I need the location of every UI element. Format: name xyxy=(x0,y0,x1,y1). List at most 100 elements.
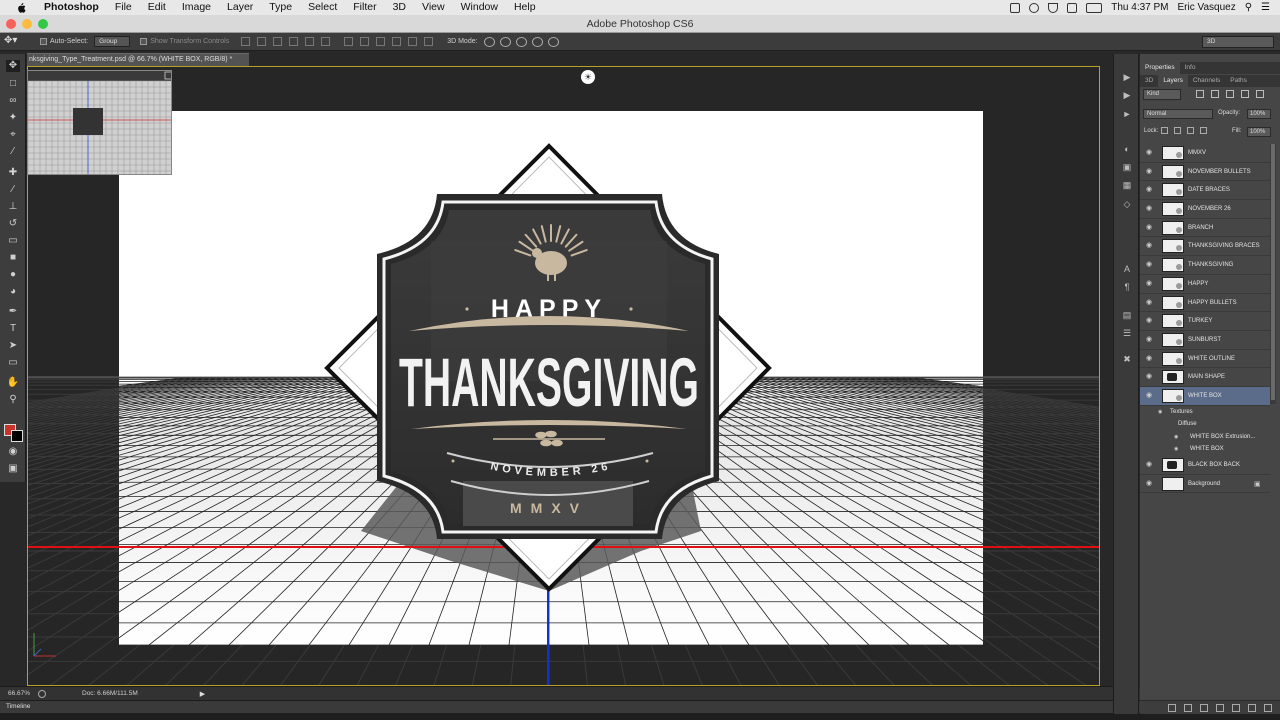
lock-pixels-icon[interactable] xyxy=(1174,127,1181,134)
tab-layers[interactable]: Layers xyxy=(1158,75,1188,87)
filter-kind-dropdown[interactable]: Kind xyxy=(1143,89,1181,100)
menu-file[interactable]: File xyxy=(107,0,140,15)
tab-info[interactable]: Info xyxy=(1180,62,1201,74)
eye-icon[interactable]: ◉ xyxy=(1146,373,1154,381)
shape-tool-icon[interactable]: ▭ xyxy=(6,357,20,369)
tab-3d[interactable]: 3D xyxy=(1140,75,1158,87)
eye-icon[interactable]: ◉ xyxy=(1146,149,1154,157)
eye-icon[interactable]: ◉ xyxy=(1174,445,1182,453)
play-icon[interactable]: ▶ xyxy=(1121,90,1133,101)
menu-help[interactable]: Help xyxy=(506,0,544,15)
distribute-top-icon[interactable] xyxy=(344,37,354,46)
share-icon[interactable] xyxy=(38,689,46,698)
layers-scrollbar[interactable] xyxy=(1270,144,1276,404)
layer-sub-item[interactable]: ◉ WHITE BOX xyxy=(1140,443,1270,456)
battery-icon[interactable] xyxy=(1086,2,1103,13)
screen-mode-icon[interactable]: ▣ xyxy=(6,463,20,475)
zoom-tool-icon[interactable]: ⚲ xyxy=(6,394,20,406)
filter-shape-icon[interactable] xyxy=(1241,90,1249,98)
stamp-tool-icon[interactable]: ⊥ xyxy=(6,201,20,213)
menu-view[interactable]: View xyxy=(414,0,453,15)
layer-sub-item[interactable]: ◉ WHITE BOX Extrusion... xyxy=(1140,431,1270,444)
layer-row[interactable]: ◉ THANKSGIVING BRACES xyxy=(1140,237,1270,257)
history-icon[interactable]: ▶ xyxy=(1121,72,1133,83)
eye-icon[interactable]: ◉ xyxy=(1146,280,1154,288)
clock-text[interactable]: Thu 4:37 PM xyxy=(1111,2,1168,13)
layer-comps-icon[interactable]: ▤ xyxy=(1121,310,1133,321)
brush-tool-icon[interactable]: ∕ xyxy=(6,184,20,196)
layer-sub-item[interactable]: ◉ Textures xyxy=(1140,406,1270,419)
distribute-vcenter-icon[interactable] xyxy=(360,37,370,46)
spotlight-icon[interactable]: ⚲ xyxy=(1245,2,1252,13)
status-menu-arrow-icon[interactable]: ▶ xyxy=(200,690,205,698)
tab-paths[interactable]: Paths xyxy=(1225,75,1252,87)
distribute-hcenter-icon[interactable] xyxy=(408,37,418,46)
drag-3d-icon[interactable] xyxy=(515,36,527,47)
layer-row[interactable]: ◉ WHITE OUTLINE xyxy=(1140,350,1270,369)
notes-icon[interactable]: ☰ xyxy=(1121,328,1133,339)
document-tab[interactable]: nksgiving_Type_Treatment.psd @ 66.7% (WH… xyxy=(27,53,249,66)
lock-all-icon[interactable] xyxy=(1200,127,1207,134)
pen-tool-icon[interactable]: ✒ xyxy=(6,306,20,318)
history-brush-icon[interactable]: ↺ xyxy=(6,218,20,230)
layer-row[interactable]: ◉ DATE BRACES xyxy=(1140,181,1270,201)
quick-mask-icon[interactable]: ◉ xyxy=(6,446,20,458)
wifi-icon[interactable] xyxy=(1048,2,1059,13)
auto-select-dropdown[interactable]: Group xyxy=(94,36,131,47)
eyedropper-tool-icon[interactable]: ⁄ xyxy=(6,146,20,158)
eye-icon[interactable]: ◉ xyxy=(1146,299,1154,307)
apple-icon[interactable] xyxy=(14,2,28,13)
layer-row[interactable]: ◉ SUNBURST xyxy=(1140,331,1270,350)
align-top-icon[interactable] xyxy=(241,37,251,46)
menu-image[interactable]: Image xyxy=(174,0,219,15)
align-right-icon[interactable] xyxy=(321,37,331,46)
menu-window[interactable]: Window xyxy=(453,0,506,15)
menu-select[interactable]: Select xyxy=(300,0,345,15)
actions-icon[interactable]: ► xyxy=(1121,109,1133,120)
blur-tool-icon[interactable]: ● xyxy=(6,269,20,281)
lock-transparency-icon[interactable] xyxy=(1161,127,1168,134)
list-icon[interactable]: ☰ xyxy=(1261,2,1270,13)
layer-row[interactable]: ◉ MAIN SHAPE xyxy=(1140,368,1270,387)
add-mask-icon[interactable] xyxy=(1200,703,1208,712)
ai-icon[interactable] xyxy=(1010,2,1021,13)
styles-icon[interactable]: ▣ xyxy=(1121,162,1133,173)
eye-icon[interactable]: ◉ xyxy=(1146,224,1154,232)
layer-row[interactable]: ◉ NOVEMBER BULLETS xyxy=(1140,163,1270,182)
eye-icon[interactable]: ◉ xyxy=(1146,461,1154,469)
show-transform-checkbox[interactable] xyxy=(140,38,148,45)
menu-photoshop[interactable]: Photoshop xyxy=(36,0,107,15)
record-icon[interactable] xyxy=(1029,2,1040,13)
character-icon[interactable]: A xyxy=(1121,264,1133,275)
filter-type-icon[interactable] xyxy=(1226,90,1234,98)
quick-select-tool-icon[interactable]: ✦ xyxy=(6,112,20,124)
adjustments-icon[interactable]: ◐ xyxy=(1121,144,1133,155)
scale-3d-icon[interactable] xyxy=(547,36,559,47)
eye-icon[interactable]: ◉ xyxy=(1158,408,1166,416)
eye-icon[interactable]: ◉ xyxy=(1146,168,1154,176)
crop-tool-icon[interactable]: ⌖ xyxy=(6,129,20,141)
gradient-tool-icon[interactable]: ■ xyxy=(6,252,20,264)
new-layer-icon[interactable] xyxy=(1248,703,1256,712)
layer-row[interactable]: ◉ BLACK BOX BACK xyxy=(1140,456,1270,475)
healing-tool-icon[interactable]: ✚ xyxy=(6,167,20,179)
filter-adjustment-icon[interactable] xyxy=(1211,90,1219,98)
link-layers-icon[interactable] xyxy=(1168,703,1176,712)
layer-sub-item[interactable]: Diffuse xyxy=(1140,418,1270,431)
align-hcenter-icon[interactable] xyxy=(305,37,315,46)
eye-icon[interactable]: ◉ xyxy=(1146,242,1154,250)
user-name[interactable]: Eric Vasquez xyxy=(1178,2,1236,13)
layer-row[interactable]: ◉ NOVEMBER 26 xyxy=(1140,200,1270,219)
layer-row[interactable]: ◉ MMXV xyxy=(1140,144,1270,163)
workspace-dropdown[interactable]: 3D xyxy=(1202,36,1274,48)
distribute-right-icon[interactable] xyxy=(424,37,434,46)
timeline-panel-tab[interactable]: Timeline xyxy=(0,700,1140,713)
background-color-swatch[interactable] xyxy=(11,430,23,442)
tab-properties[interactable]: Properties xyxy=(1140,62,1180,74)
align-bottom-icon[interactable] xyxy=(273,37,283,46)
move-tool-preset-icon[interactable]: ✥▾ xyxy=(4,35,26,49)
layer-row[interactable]: ◉ Background ▣ xyxy=(1140,475,1270,494)
eye-icon[interactable]: ◉ xyxy=(1146,186,1154,194)
eraser-tool-icon[interactable]: ▭ xyxy=(6,235,20,247)
paragraph-icon[interactable]: ¶ xyxy=(1121,282,1133,293)
